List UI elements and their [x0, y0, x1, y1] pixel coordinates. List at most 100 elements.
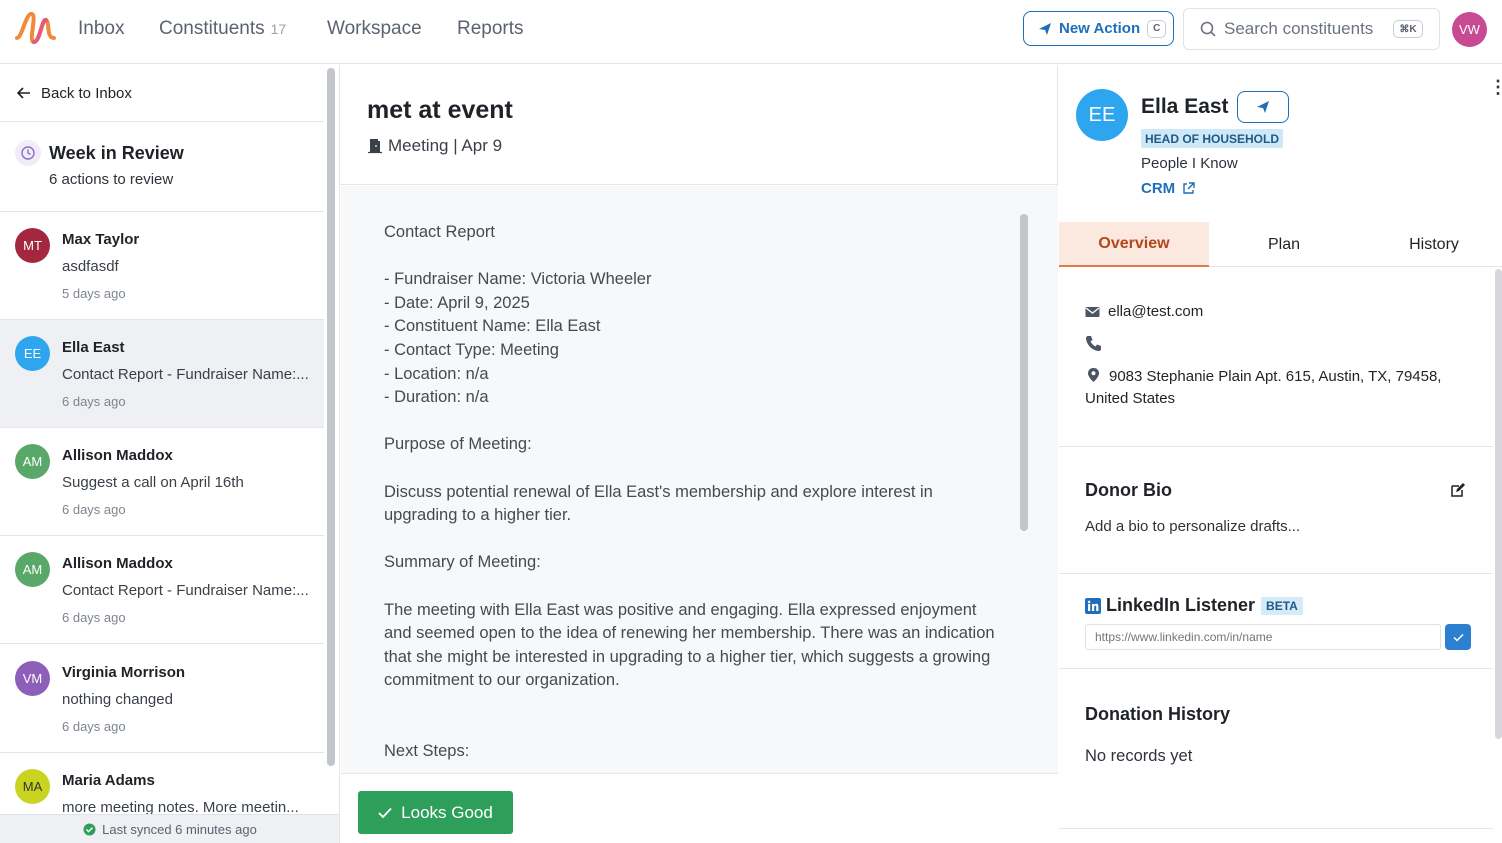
report-spacer: [384, 245, 1004, 269]
item-time: 6 days ago: [62, 394, 126, 409]
app-logo-icon[interactable]: [14, 8, 60, 48]
divider: [1059, 573, 1493, 574]
nav-workspace[interactable]: Workspace: [327, 18, 422, 40]
body-scrollbar[interactable]: [1020, 214, 1028, 531]
list-item[interactable]: MT Max Taylor asdfasdf 5 days ago: [0, 212, 324, 320]
action-detail-panel: met at event Meeting | Apr 9 Contact Rep…: [341, 65, 1058, 843]
item-preview: Contact Report - Fundraiser Name:...: [62, 366, 309, 383]
check-circle-icon: [83, 823, 96, 835]
divider: [1059, 446, 1493, 447]
item-name: Max Taylor: [62, 231, 140, 248]
new-action-shortcut: C: [1147, 19, 1167, 38]
search-placeholder: Search constituents: [1224, 19, 1374, 38]
check-icon: [378, 807, 392, 818]
action-type-date: Meeting | Apr 9: [388, 136, 503, 155]
email-row[interactable]: ella@test.com: [1085, 301, 1203, 323]
report-line: - Location: n/a: [384, 364, 489, 383]
list-item[interactable]: VM Virginia Morrison nothing changed 6 d…: [0, 645, 324, 753]
report-line: Contact Report: [384, 223, 495, 241]
item-preview: Contact Report - Fundraiser Name:...: [62, 582, 309, 599]
nav-reports[interactable]: Reports: [457, 18, 524, 40]
constituents-count: 17: [270, 21, 287, 37]
donor-bio-placeholder[interactable]: Add a bio to personalize drafts...: [1085, 518, 1300, 535]
email-value: ella@test.com: [1108, 303, 1204, 320]
report-line: - Contact Type: Meeting: [384, 340, 559, 359]
report-line: - Duration: n/a: [384, 388, 489, 407]
week-in-review[interactable]: Week in Review 6 actions to review: [0, 122, 324, 212]
mail-icon: [1085, 307, 1100, 317]
item-preview: nothing changed: [62, 691, 173, 708]
action-body[interactable]: Contact Report - Fundraiser Name: Victor…: [341, 186, 1058, 773]
linkedin-url-input[interactable]: [1085, 624, 1441, 650]
donor-bio-title: Donor Bio: [1085, 480, 1172, 500]
avatar: AM: [15, 552, 50, 587]
door-icon: [368, 139, 382, 154]
profile-list: People I Know: [1141, 155, 1238, 172]
item-preview: Suggest a call on April 16th: [62, 474, 244, 491]
profile-scrollbar[interactable]: [1495, 269, 1502, 739]
map-pin-icon: [1088, 368, 1099, 382]
phone-row[interactable]: [1085, 335, 1110, 352]
back-to-inbox-link[interactable]: Back to Inbox: [0, 65, 324, 122]
report-spacer: [384, 693, 1004, 717]
constituent-profile-panel: EE Ella East ⋮ HEAD OF HOUSEHOLD People …: [1059, 65, 1502, 843]
item-time: 6 days ago: [62, 502, 126, 517]
action-list-panel: Back to Inbox Week in Review 6 actions t…: [0, 65, 340, 843]
arrow-left-icon: [16, 87, 30, 99]
donation-empty-text: No records yet: [1085, 747, 1193, 765]
top-navigation: Inbox Constituents 17 Workspace Reports N…: [0, 0, 1502, 64]
action-subtitle: Meeting | Apr 9: [368, 136, 502, 156]
new-action-button[interactable]: New Action C: [1023, 11, 1174, 46]
user-avatar[interactable]: VW: [1452, 12, 1487, 47]
tab-history[interactable]: History: [1359, 222, 1502, 267]
more-options-icon[interactable]: ⋮: [1489, 77, 1502, 98]
item-time: 6 days ago: [62, 610, 126, 625]
check-icon: [1452, 633, 1464, 642]
report-spacer: [384, 716, 1004, 740]
nav-inbox[interactable]: Inbox: [78, 18, 124, 40]
review-title: Week in Review: [49, 143, 184, 163]
search-icon: [1200, 21, 1216, 37]
sidebar-scrollbar[interactable]: [327, 68, 335, 766]
phone-icon: [1086, 336, 1101, 351]
looks-good-label: Looks Good: [401, 802, 493, 822]
search-input[interactable]: Search constituents ⌘K: [1183, 8, 1440, 50]
list-item[interactable]: AM Allison Maddox Suggest a call on Apri…: [0, 428, 324, 536]
report-line: - Fundraiser Name: Victoria Wheeler: [384, 270, 652, 289]
item-name: Ella East: [62, 339, 125, 356]
list-item[interactable]: AM Allison Maddox Contact Report - Fundr…: [0, 536, 324, 644]
household-badge: HEAD OF HOUSEHOLD: [1141, 129, 1284, 148]
list-item[interactable]: EE Ella East Contact Report - Fundraiser…: [0, 320, 324, 428]
action-title: met at event: [367, 96, 513, 124]
report-line: - Date: April 9, 2025: [384, 293, 530, 312]
avatar: AM: [15, 444, 50, 479]
profile-avatar: EE: [1076, 89, 1128, 141]
report-spacer: [384, 410, 1004, 434]
report-line: Next Steps:: [384, 742, 470, 761]
profile-name[interactable]: Ella East: [1141, 95, 1229, 119]
nav-constituents-label: Constituents: [159, 18, 265, 39]
linkedin-section-header: LinkedIn Listener BETA: [1085, 595, 1303, 616]
nav-constituents[interactable]: Constituents 17: [159, 18, 286, 40]
avatar: EE: [15, 336, 50, 371]
tab-plan[interactable]: Plan: [1209, 222, 1359, 267]
linkedin-save-button[interactable]: [1445, 624, 1471, 650]
address-row[interactable]: 9083 Stephanie Plain Apt. 615, Austin, T…: [1085, 366, 1465, 410]
action-header: met at event Meeting | Apr 9: [341, 65, 1058, 185]
avatar: MA: [15, 769, 50, 804]
looks-good-button[interactable]: Looks Good: [358, 791, 513, 834]
sync-label: Last synced 6 minutes ago: [102, 821, 257, 837]
donation-history-title: Donation History: [1085, 704, 1231, 724]
send-message-button[interactable]: [1237, 91, 1289, 123]
divider: [1059, 828, 1493, 829]
contact-report-text[interactable]: Contact Report - Fundraiser Name: Victor…: [384, 221, 1004, 764]
crm-link[interactable]: CRM: [1141, 180, 1195, 197]
item-preview: asdfasdf: [62, 258, 119, 275]
edit-icon[interactable]: [1450, 482, 1466, 498]
item-name: Maria Adams: [62, 772, 155, 789]
item-name: Allison Maddox: [62, 447, 173, 464]
report-line: - Constituent Name: Ella East: [384, 317, 601, 336]
beta-badge: BETA: [1261, 596, 1303, 615]
report-spacer: [384, 457, 1004, 481]
tab-overview[interactable]: Overview: [1059, 222, 1209, 267]
